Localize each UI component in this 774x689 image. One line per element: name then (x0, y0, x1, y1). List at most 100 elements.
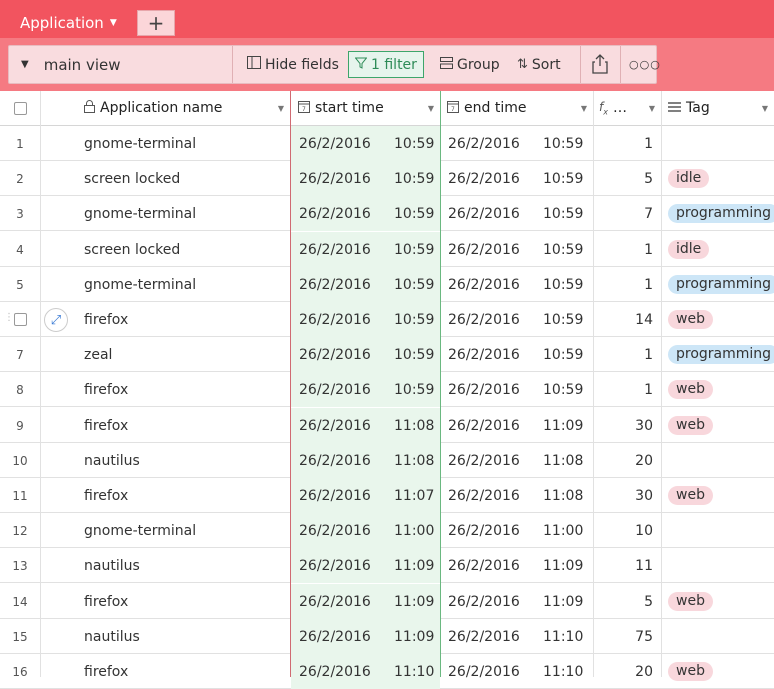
cell-duration[interactable]: 30 (594, 408, 661, 443)
chevron-down-icon[interactable]: ▼ (649, 104, 655, 113)
cell-tag[interactable] (662, 443, 774, 478)
table-row[interactable]: 12 gnome-terminal 26/2/2016 11:00 26/2/2016 1… (0, 513, 774, 548)
cell-end-time[interactable]: 26/2/2016 11:09 (441, 548, 593, 583)
table-row[interactable]: 5 gnome-terminal 26/2/2016 10:59 26/2/2016 10… (0, 267, 774, 302)
table-row[interactable]: ⋮⋮⤢firefox26/2/201610:5926/2/201610:5914… (0, 302, 774, 337)
cell-start-time[interactable]: 26/2/2016 10:59 (291, 126, 440, 161)
chevron-down-icon[interactable]: ▼ (581, 104, 587, 113)
table-row[interactable]: 13 nautilus 26/2/2016 11:09 26/2/2016 11:09 11 (0, 548, 774, 583)
cell-end-time[interactable]: 26/2/2016 11:10 (441, 619, 593, 654)
cell-duration[interactable]: 30 (594, 478, 661, 513)
cell-end-time[interactable]: 26/2/2016 11:08 (441, 478, 593, 513)
column-header-end[interactable]: 7 end time ▼ (441, 91, 593, 125)
cell-tag[interactable]: programming (662, 196, 774, 231)
cell-application-name[interactable]: nautilus (84, 548, 140, 583)
chevron-down-icon[interactable]: ▼ (762, 104, 768, 113)
cell-duration[interactable]: 1 (594, 232, 661, 267)
cell-duration[interactable]: 20 (594, 654, 661, 689)
cell-end-time[interactable]: 26/2/2016 10:59 (441, 232, 593, 267)
table-row[interactable]: 16 firefox 26/2/2016 11:10 26/2/2016 11:10 20 w… (0, 654, 774, 689)
column-header-tag[interactable]: Tag ▼ (662, 91, 774, 125)
cell-end-time[interactable]: 26/2/2016 11:09 (441, 408, 593, 443)
cell-end-time[interactable]: 26/2/2016 11:08 (441, 443, 593, 478)
table-row[interactable]: 9 firefox 26/2/2016 11:08 26/2/2016 11:09 30 we… (0, 408, 774, 443)
cell-duration[interactable]: 1 (594, 372, 661, 407)
share-button[interactable] (592, 52, 608, 79)
cell-duration[interactable]: 10 (594, 513, 661, 548)
cell-application-name[interactable]: gnome-terminal (84, 196, 196, 231)
row-checkbox[interactable] (13, 313, 27, 326)
cell-start-time[interactable]: 26/2/2016 10:59 (291, 302, 440, 337)
cell-application-name[interactable]: nautilus (84, 443, 140, 478)
cell-end-time[interactable]: 26/2/2016 11:10 (441, 654, 593, 689)
view-selector[interactable]: ▼ main view (9, 46, 232, 83)
chevron-down-icon[interactable]: ▼ (110, 18, 117, 28)
cell-start-time[interactable]: 26/2/2016 10:59 (291, 267, 440, 302)
sort-button[interactable]: ⇅ Sort (517, 51, 561, 78)
group-button[interactable]: Group (440, 51, 500, 78)
cell-start-time[interactable]: 26/2/2016 11:09 (291, 548, 440, 583)
cell-end-time[interactable]: 26/2/2016 10:59 (441, 267, 593, 302)
cell-end-time[interactable]: 26/2/2016 10:59 (441, 196, 593, 231)
cell-tag[interactable] (662, 126, 774, 161)
table-row[interactable]: 14 firefox 26/2/2016 11:09 26/2/2016 11:09 5 we… (0, 584, 774, 619)
cell-application-name[interactable]: nautilus (84, 619, 140, 654)
cell-start-time[interactable]: 26/2/2016 11:00 (291, 513, 440, 548)
cell-tag[interactable]: programming (662, 267, 774, 302)
cell-duration[interactable]: 1 (594, 337, 661, 372)
cell-end-time[interactable]: 26/2/2016 11:09 (441, 584, 593, 619)
cell-end-time[interactable]: 26/2/2016 10:59 (441, 302, 593, 337)
cell-tag[interactable]: programming (662, 337, 774, 372)
cell-start-time[interactable]: 26/2/2016 11:07 (291, 478, 440, 513)
cell-end-time[interactable]: 26/2/2016 10:59 (441, 372, 593, 407)
cell-application-name[interactable]: gnome-terminal (84, 513, 196, 548)
expand-row-icon[interactable]: ⤢ (44, 308, 68, 332)
table-row[interactable]: 3 gnome-terminal 26/2/2016 10:59 26/2/2016 10… (0, 196, 774, 231)
cell-tag[interactable] (662, 513, 774, 548)
table-row[interactable]: 1 gnome-terminal 26/2/2016 10:59 26/2/2016 10… (0, 126, 774, 161)
cell-start-time[interactable]: 26/2/2016 10:59 (291, 337, 440, 372)
more-button[interactable]: ○○○ (629, 51, 661, 78)
cell-application-name[interactable]: firefox (84, 372, 128, 407)
hide-fields-button[interactable]: Hide fields (247, 51, 339, 78)
cell-duration[interactable]: 75 (594, 619, 661, 654)
table-row[interactable]: 4 screen locked 26/2/2016 10:59 26/2/2016 10:… (0, 232, 774, 267)
cell-application-name[interactable]: firefox (84, 302, 128, 337)
cell-tag[interactable] (662, 619, 774, 654)
cell-start-time[interactable]: 26/2/2016 11:09 (291, 619, 440, 654)
cell-start-time[interactable]: 26/2/2016 11:09 (291, 584, 440, 619)
cell-end-time[interactable]: 26/2/2016 11:00 (441, 513, 593, 548)
cell-application-name[interactable]: firefox (84, 478, 128, 513)
cell-application-name[interactable]: firefox (84, 584, 128, 619)
cell-application-name[interactable]: screen locked (84, 161, 180, 196)
column-header-start[interactable]: 7 start time ▼ (291, 91, 440, 125)
cell-start-time[interactable]: 26/2/2016 10:59 (291, 232, 440, 267)
table-row[interactable]: 11 firefox 26/2/2016 11:07 26/2/2016 11:08 30 w… (0, 478, 774, 513)
cell-start-time[interactable]: 26/2/2016 10:59 (291, 372, 440, 407)
filter-button[interactable]: 1 filter (348, 51, 424, 78)
cell-tag[interactable]: web (662, 302, 774, 337)
cell-tag[interactable] (662, 548, 774, 583)
cell-duration[interactable]: 1 (594, 126, 661, 161)
table-row[interactable]: 2 screen locked 26/2/2016 10:59 26/2/2016 10:… (0, 161, 774, 196)
cell-tag[interactable]: idle (662, 161, 774, 196)
cell-tag[interactable]: web (662, 408, 774, 443)
cell-duration[interactable]: 20 (594, 443, 661, 478)
cell-application-name[interactable]: gnome-terminal (84, 267, 196, 302)
cell-end-time[interactable]: 26/2/2016 10:59 (441, 126, 593, 161)
cell-duration[interactable]: 11 (594, 548, 661, 583)
cell-duration[interactable]: 7 (594, 196, 661, 231)
table-row[interactable]: 10 nautilus 26/2/2016 11:08 26/2/2016 11:08 20 (0, 443, 774, 478)
column-header-name[interactable]: Application name ▼ (84, 91, 290, 125)
cell-tag[interactable]: idle (662, 232, 774, 267)
cell-duration[interactable]: 5 (594, 161, 661, 196)
chevron-down-icon[interactable]: ▼ (278, 104, 284, 113)
chevron-down-icon[interactable]: ▼ (428, 104, 434, 113)
cell-duration[interactable]: 14 (594, 302, 661, 337)
column-header-duration[interactable]: fx … ▼ (594, 91, 661, 125)
cell-end-time[interactable]: 26/2/2016 10:59 (441, 337, 593, 372)
cell-start-time[interactable]: 26/2/2016 10:59 (291, 196, 440, 231)
table-row[interactable]: 15 nautilus 26/2/2016 11:09 26/2/2016 11:10 75 (0, 619, 774, 654)
cell-application-name[interactable]: firefox (84, 654, 128, 689)
cell-application-name[interactable]: zeal (84, 337, 112, 372)
